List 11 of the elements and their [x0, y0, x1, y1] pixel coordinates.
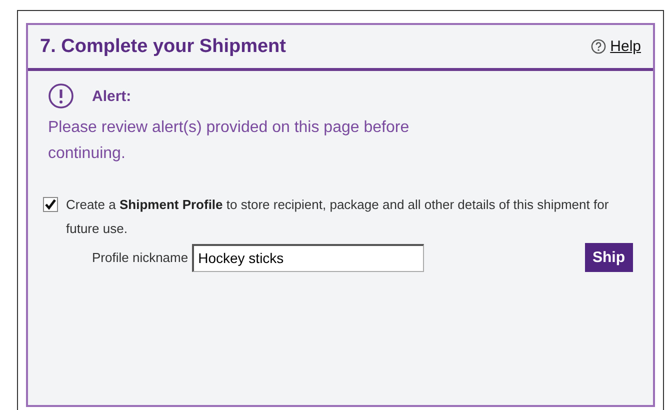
help-link[interactable]: Help: [610, 38, 641, 55]
alert-message: Please review alert(s) provided on this page before continuing.: [47, 118, 410, 164]
nickname-field[interactable]: Hockey sticks: [192, 244, 424, 272]
alert-heading: Alert:: [92, 88, 132, 104]
profile-option-text: Create a Shipment Profile to store recipient, package and all other details of this shipment for future use.: [66, 196, 610, 238]
help-icon: [591, 39, 606, 54]
nickname-label: Profile nickname: [92, 250, 188, 265]
panel-title: 7. Complete your Shipment: [40, 36, 286, 58]
checkbox[interactable]: [43, 197, 58, 212]
ship-button[interactable]: Ship: [584, 243, 633, 272]
alert-icon: [48, 83, 74, 109]
